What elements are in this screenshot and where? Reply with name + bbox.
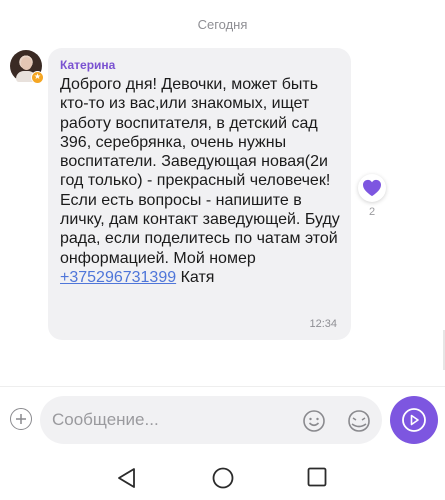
avatar[interactable]: ★ (10, 50, 44, 84)
sender-name[interactable]: Катерина (60, 58, 337, 72)
message-bubble[interactable]: Катерина Доброго дня! Девочки, может быт… (48, 48, 351, 340)
square-recents-icon[interactable] (307, 467, 327, 487)
triangle-back-icon[interactable] (114, 466, 140, 490)
plus-circle-icon (16, 414, 26, 424)
star-badge-icon: ★ (31, 71, 44, 84)
message-body: Доброго дня! Девочки, может быть кто-то … (60, 76, 340, 267)
phone-link[interactable]: +375296731399 (60, 269, 176, 286)
system-navigation-bar (0, 456, 445, 500)
message-input-container[interactable] (40, 396, 382, 444)
smiley-icon[interactable] (302, 409, 326, 433)
message-input[interactable] (52, 396, 292, 444)
heart-icon (363, 179, 381, 197)
attach-button[interactable] (10, 408, 32, 430)
message-signature: Катя (176, 268, 215, 286)
message-time: 12:34 (309, 318, 337, 330)
date-separator: Сегодня (197, 17, 248, 32)
sticker-icon[interactable] (346, 409, 372, 433)
reaction-count: 2 (368, 206, 376, 218)
send-button[interactable] (390, 396, 438, 444)
reaction-button[interactable] (358, 174, 386, 202)
message-text: Доброго дня! Девочки, может быть кто-то … (60, 75, 342, 287)
composer-divider (0, 386, 445, 387)
circle-home-icon[interactable] (212, 467, 234, 489)
avatar-face (21, 57, 32, 70)
send-icon (402, 408, 426, 432)
